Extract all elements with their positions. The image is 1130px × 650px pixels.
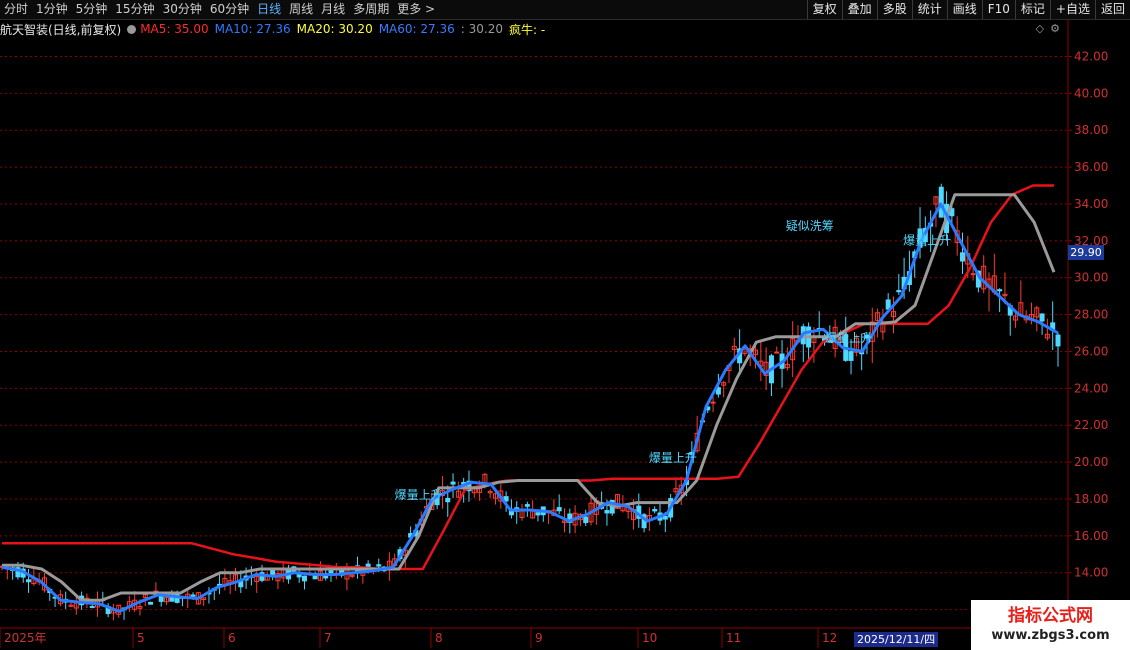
candle-body bbox=[1039, 313, 1045, 322]
y-tick-label: 16.00 bbox=[1074, 529, 1108, 543]
candle-body bbox=[774, 351, 780, 354]
candle-body bbox=[997, 289, 1003, 292]
annotation-label: 爆量上升 bbox=[649, 451, 697, 465]
x-tick-label: 11 bbox=[726, 631, 741, 645]
candle-body bbox=[535, 512, 541, 516]
x-tick-label: 7 bbox=[324, 631, 332, 645]
candle-body bbox=[583, 516, 589, 524]
candle-body bbox=[190, 594, 196, 597]
y-tick-label: 14.00 bbox=[1074, 566, 1108, 580]
annotation-label: 爆量上升 bbox=[903, 234, 951, 248]
y-tick-label: 20.00 bbox=[1074, 455, 1108, 469]
y-tick-label: 26.00 bbox=[1074, 344, 1108, 358]
y-tick-label: 40.00 bbox=[1074, 86, 1108, 100]
candle-body bbox=[89, 606, 95, 609]
candle-body bbox=[848, 351, 854, 361]
candle-body bbox=[652, 509, 658, 512]
annotation-label: 疑似洗筹 bbox=[786, 218, 834, 233]
candle-body bbox=[524, 504, 530, 507]
x-tick-label: 9 bbox=[535, 631, 543, 645]
y-tick-label: 38.00 bbox=[1074, 123, 1108, 137]
candle-body bbox=[959, 252, 965, 262]
watermark-title: 指标公式网 bbox=[1008, 606, 1093, 626]
candle-body bbox=[376, 564, 382, 567]
annotation-label: 爆量上升 bbox=[395, 488, 443, 502]
candle-body bbox=[710, 401, 716, 404]
y-tick-label: 24.00 bbox=[1074, 381, 1108, 395]
y-tick-label: 22.00 bbox=[1074, 418, 1108, 432]
y-tick-label: 18.00 bbox=[1074, 492, 1108, 506]
candle-body bbox=[1055, 334, 1061, 347]
x-tick-label: 2025年 bbox=[4, 631, 47, 645]
candle-body bbox=[556, 507, 562, 512]
y-tick-label: 30.00 bbox=[1074, 271, 1108, 285]
x-tick-label: 8 bbox=[435, 631, 443, 645]
y-tick-label: 28.00 bbox=[1074, 308, 1108, 322]
x-tick-label: 6 bbox=[228, 631, 236, 645]
y-tick-label: 42.00 bbox=[1074, 49, 1108, 63]
candle-body bbox=[970, 273, 976, 276]
y-tick-label: 36.00 bbox=[1074, 160, 1108, 174]
current-price-label: 29.90 bbox=[1068, 245, 1104, 260]
candle-body bbox=[450, 481, 456, 485]
ma-line-1 bbox=[2, 193, 1056, 602]
candle-body bbox=[938, 186, 944, 218]
x-tick-label: 10 bbox=[642, 631, 657, 645]
kline-chart[interactable]: 12.0014.0016.0018.0020.0022.0024.0026.00… bbox=[0, 0, 1130, 650]
x-tick-label: 5 bbox=[137, 631, 145, 645]
candle-body bbox=[312, 575, 318, 580]
watermark-url: www.zbgs3.com bbox=[991, 628, 1110, 643]
y-tick-label: 34.00 bbox=[1074, 197, 1108, 211]
cursor-date: 2025/12/11/四 bbox=[854, 632, 939, 647]
watermark: 指标公式网 www.zbgs3.com bbox=[971, 600, 1130, 650]
annotation-label: 爆量上升 bbox=[825, 331, 873, 345]
candle-body bbox=[26, 579, 32, 583]
candle-body bbox=[301, 575, 307, 582]
candle-body bbox=[896, 290, 902, 293]
candle-body bbox=[445, 497, 451, 503]
ma-line-2 bbox=[1, 202, 1059, 613]
candle-body bbox=[148, 601, 154, 605]
x-tick-label: 12 bbox=[822, 631, 837, 645]
candle-body bbox=[662, 515, 668, 520]
candle-body bbox=[604, 510, 610, 514]
